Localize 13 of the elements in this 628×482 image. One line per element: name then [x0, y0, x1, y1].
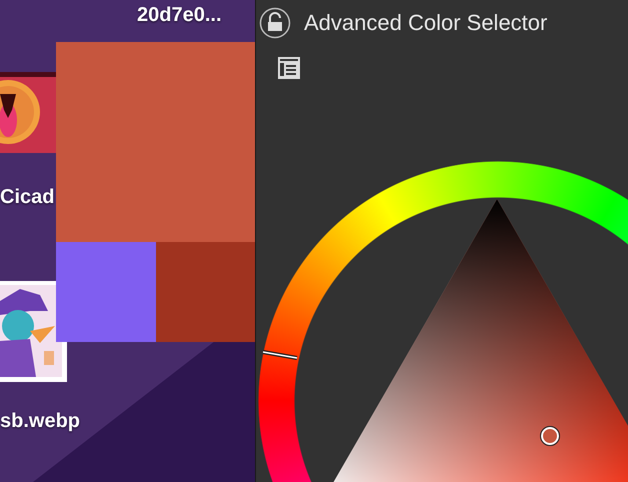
- docker-title: Advanced Color Selector: [304, 10, 548, 36]
- color-picker-handle[interactable]: [540, 426, 560, 446]
- file-name[interactable]: 20d7e0...: [137, 4, 222, 27]
- comic-thumbnail[interactable]: [0, 281, 67, 382]
- file-name[interactable]: sb.webp: [0, 410, 80, 433]
- color-swatch[interactable]: [56, 242, 156, 342]
- color-swatch[interactable]: [156, 242, 255, 342]
- file-name[interactable]: Cicad: [0, 186, 54, 209]
- lock-icon[interactable]: [259, 7, 291, 39]
- settings-icon[interactable]: [277, 56, 301, 80]
- color-swatch[interactable]: [56, 42, 255, 242]
- hue-handle[interactable]: [261, 349, 299, 361]
- app-icon[interactable]: [0, 72, 56, 153]
